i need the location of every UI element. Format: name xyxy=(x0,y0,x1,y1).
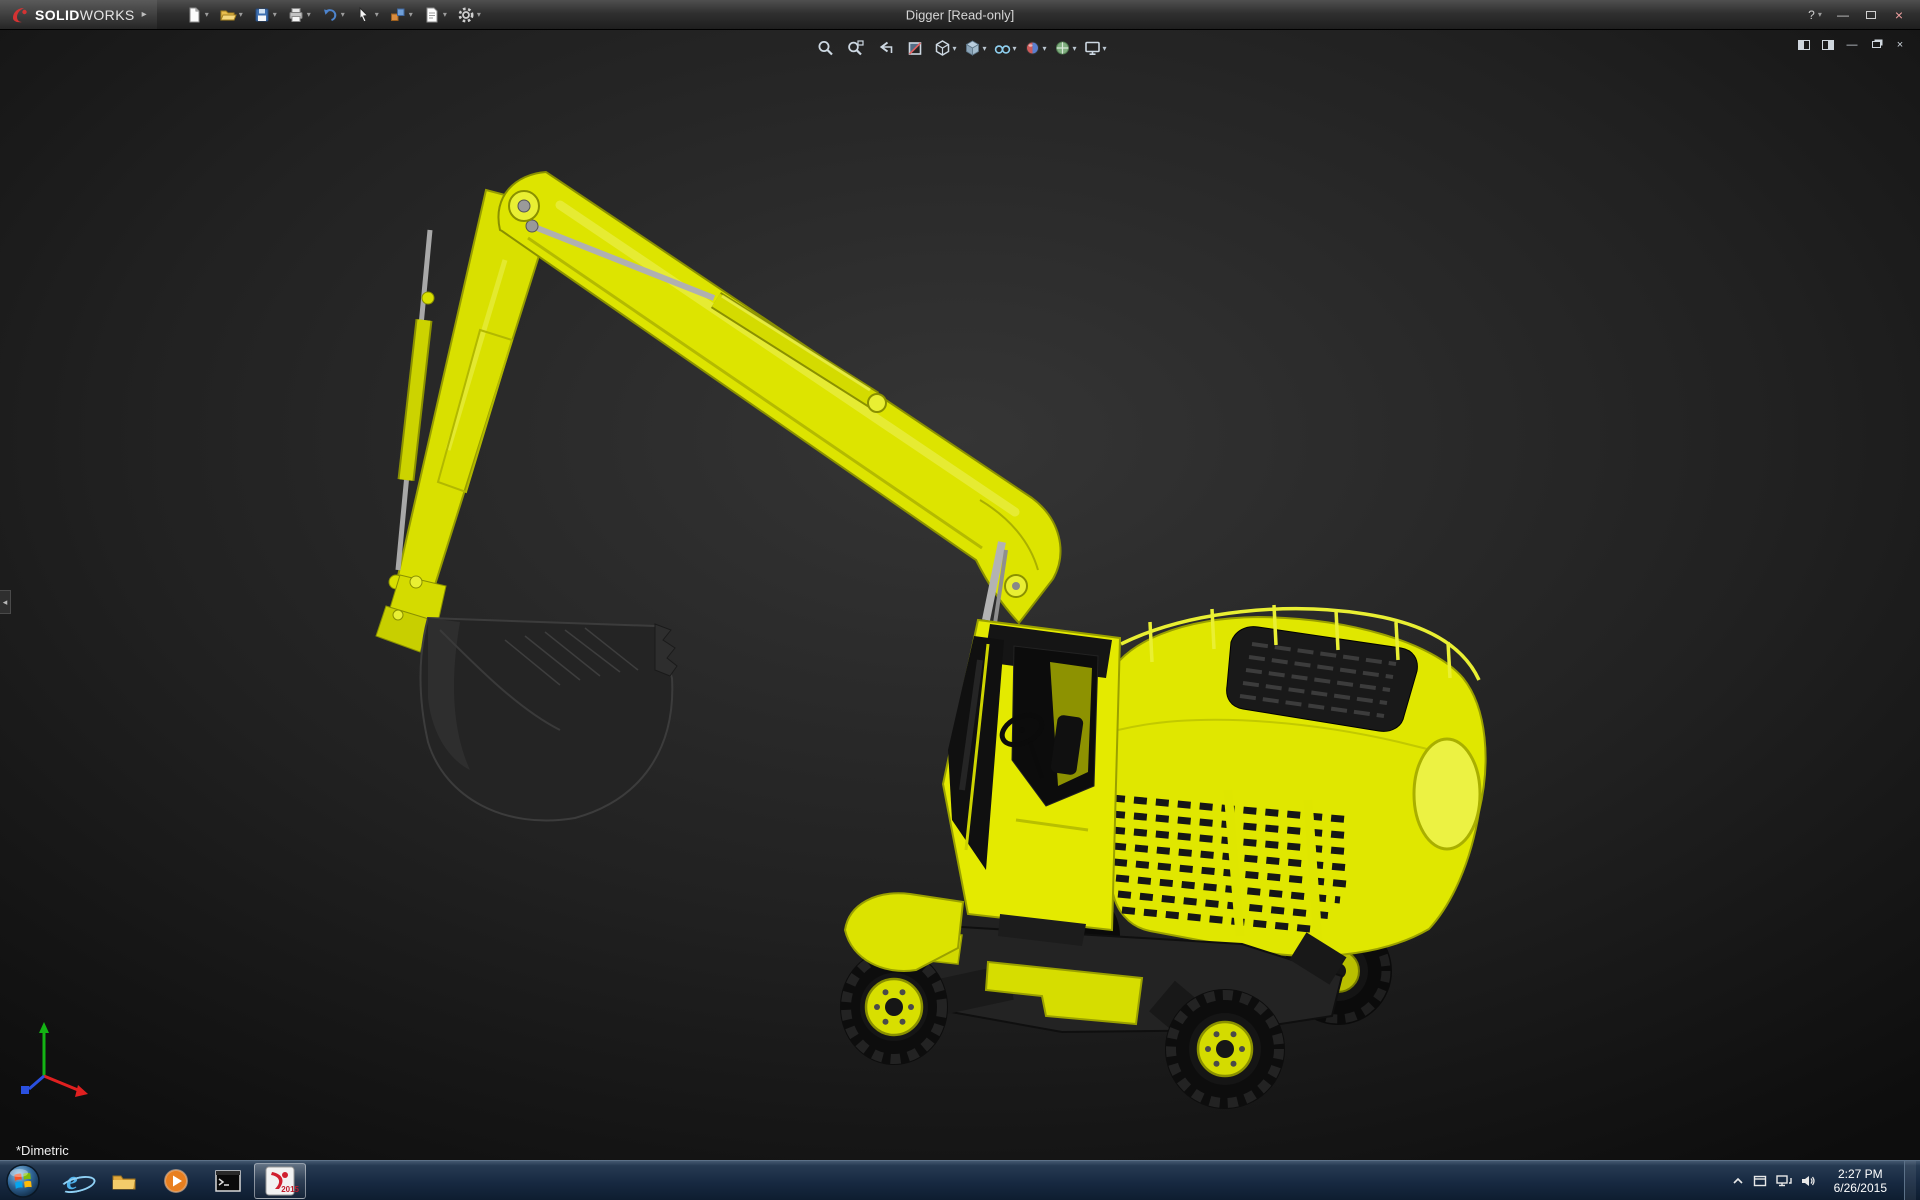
internet-explorer-icon: e xyxy=(66,1168,78,1194)
file-properties-button[interactable] xyxy=(421,3,449,27)
view-orientation-label: *Dimetric xyxy=(16,1143,69,1158)
solidworks-logo-icon xyxy=(10,5,30,25)
previous-view-button[interactable] xyxy=(872,36,899,60)
window-title: Digger [Read-only] xyxy=(906,7,1014,22)
file-properties-icon xyxy=(423,6,441,24)
maximize-icon xyxy=(1866,11,1876,19)
new-document-icon xyxy=(185,6,203,24)
window-controls: ? — × xyxy=(1802,5,1920,25)
doc-restore-icon xyxy=(1872,41,1881,48)
start-button[interactable] xyxy=(0,1161,46,1200)
solidworks-logo: SOLIDWORKS ▸ xyxy=(0,0,157,29)
tray-network-button[interactable] xyxy=(1776,1174,1792,1188)
graphics-viewport[interactable]: — × ◂ *Dimetric xyxy=(0,30,1920,1160)
save-icon xyxy=(253,6,271,24)
maximize-button[interactable] xyxy=(1858,5,1884,25)
taskbar-internet-explorer[interactable]: e xyxy=(46,1161,98,1200)
pane-right-button[interactable] xyxy=(1818,36,1838,53)
new-document-button[interactable] xyxy=(183,3,211,27)
edit-appearance-icon xyxy=(1023,39,1041,57)
doc-minimize-button[interactable]: — xyxy=(1842,36,1862,53)
pane-right-icon xyxy=(1822,40,1834,50)
volume-icon xyxy=(1801,1174,1817,1188)
options-gear-icon xyxy=(457,6,475,24)
close-button[interactable]: × xyxy=(1886,5,1912,25)
document-window-controls: — × xyxy=(1794,36,1910,53)
view-orientation-icon xyxy=(933,39,951,57)
open-document-icon xyxy=(219,6,237,24)
taskbar-solidworks-2015[interactable]: 2015 xyxy=(254,1163,306,1199)
doc-close-button[interactable]: × xyxy=(1890,36,1910,53)
print-button[interactable] xyxy=(285,3,313,27)
system-tray: 2:27 PM 6/26/2015 xyxy=(1732,1161,1920,1200)
minimize-button[interactable]: — xyxy=(1830,5,1856,25)
solidworks-window: SOLIDWORKS ▸ xyxy=(0,0,1920,1200)
taskbar: e xyxy=(0,1160,1920,1200)
apply-scene-icon xyxy=(1053,39,1071,57)
solidworks-year-badge: 2015 xyxy=(281,1185,299,1194)
view-settings-icon xyxy=(1083,39,1101,57)
clock-date: 6/26/2015 xyxy=(1834,1181,1887,1195)
panel-collapse-arrow[interactable]: ◂ xyxy=(0,590,11,614)
brand-text: SOLIDWORKS xyxy=(35,7,135,23)
show-desktop-button[interactable] xyxy=(1904,1161,1916,1200)
zoom-to-fit-button[interactable] xyxy=(812,36,839,60)
select-cursor-icon xyxy=(355,6,373,24)
heads-up-toolbar xyxy=(812,36,1109,60)
menu-expand-arrow[interactable]: ▸ xyxy=(142,9,147,20)
doc-restore-button[interactable] xyxy=(1866,36,1886,53)
clock-time: 2:27 PM xyxy=(1834,1167,1887,1181)
tray-chevron-button[interactable] xyxy=(1732,1176,1744,1186)
view-settings-button[interactable] xyxy=(1082,36,1109,60)
edit-appearance-button[interactable] xyxy=(1022,36,1049,60)
pane-left-button[interactable] xyxy=(1794,36,1814,53)
folder-icon xyxy=(110,1168,138,1194)
digger-3d-model[interactable] xyxy=(0,30,1920,1160)
undo-icon xyxy=(321,6,339,24)
rear-fender-opening xyxy=(1414,739,1480,849)
previous-view-icon xyxy=(876,39,894,57)
print-icon xyxy=(287,6,305,24)
tray-window-icon xyxy=(1753,1174,1767,1188)
z-axis-marker xyxy=(21,1086,29,1094)
section-view-button[interactable] xyxy=(902,36,929,60)
network-icon xyxy=(1776,1174,1792,1188)
display-style-button[interactable] xyxy=(962,36,989,60)
front-right-wheel xyxy=(1165,989,1285,1109)
taskbar-clock[interactable]: 2:27 PM 6/26/2015 xyxy=(1826,1167,1895,1195)
command-prompt-icon xyxy=(215,1169,241,1193)
tray-volume-button[interactable] xyxy=(1801,1174,1817,1188)
undo-button[interactable] xyxy=(319,3,347,27)
options-button[interactable] xyxy=(455,3,483,27)
taskbar-windows-explorer[interactable] xyxy=(98,1161,150,1200)
title-bar: SOLIDWORKS ▸ xyxy=(0,0,1920,30)
hide-show-items-icon xyxy=(993,39,1011,57)
taskbar-command-prompt[interactable] xyxy=(202,1161,254,1200)
zoom-to-fit-icon xyxy=(816,39,834,57)
open-document-button[interactable] xyxy=(217,3,245,27)
help-button[interactable]: ? xyxy=(1802,5,1828,25)
reference-component-icon xyxy=(389,6,407,24)
chevron-up-icon xyxy=(1732,1176,1744,1186)
cab xyxy=(943,620,1120,946)
zoom-to-area-icon xyxy=(846,39,864,57)
reference-component-button[interactable] xyxy=(387,3,415,27)
apply-scene-button[interactable] xyxy=(1052,36,1079,60)
hide-show-items-button[interactable] xyxy=(992,36,1019,60)
windows-start-icon xyxy=(5,1163,41,1199)
save-button[interactable] xyxy=(251,3,279,27)
select-button[interactable] xyxy=(353,3,381,27)
zoom-to-area-button[interactable] xyxy=(842,36,869,60)
display-style-icon xyxy=(963,39,981,57)
view-orientation-button[interactable] xyxy=(932,36,959,60)
media-player-icon xyxy=(163,1168,189,1194)
quick-access-toolbar xyxy=(183,3,483,27)
tray-action-center-button[interactable] xyxy=(1753,1174,1767,1188)
pane-left-icon xyxy=(1798,40,1810,50)
section-view-icon xyxy=(906,39,924,57)
taskbar-media-player[interactable] xyxy=(150,1161,202,1200)
